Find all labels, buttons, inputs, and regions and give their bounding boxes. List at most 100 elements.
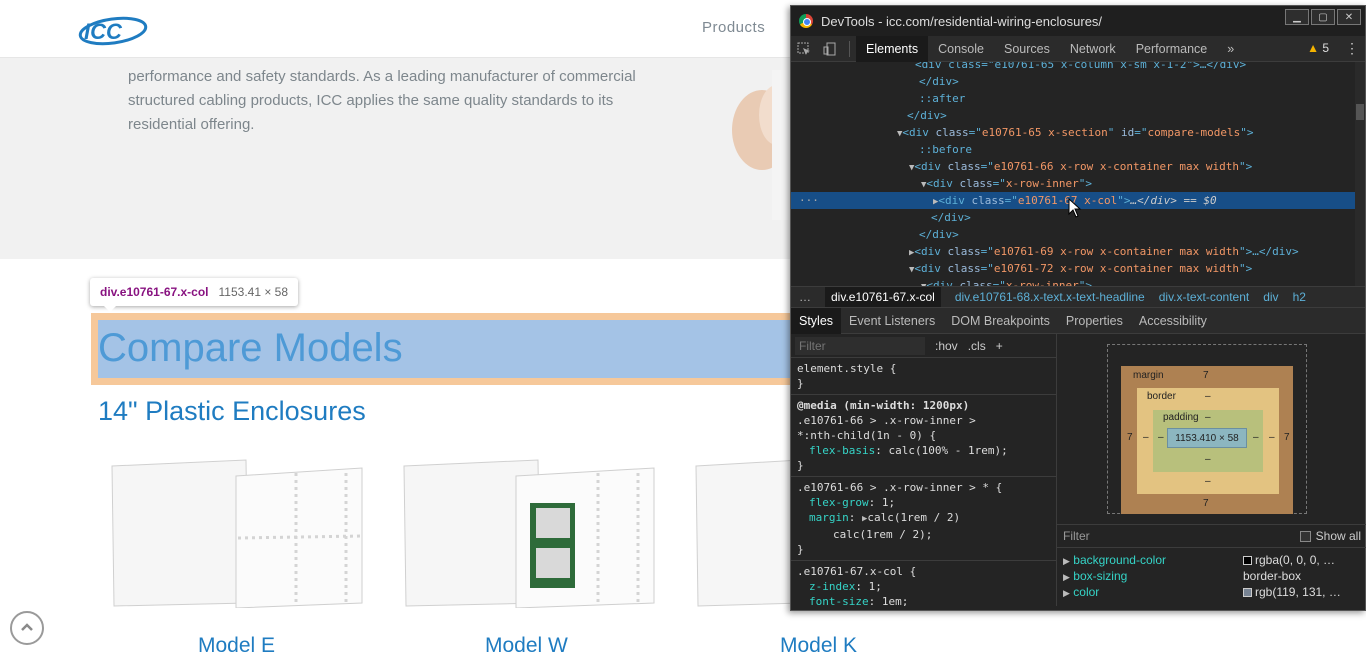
devtools-titlebar[interactable]: DevTools - icc.com/residential-wiring-en… <box>791 6 1365 36</box>
styles-and-computed-panes: :hov .cls + element.style { } @media (mi… <box>791 334 1366 606</box>
css-value[interactable]: calc(1rem / 2); <box>833 528 932 541</box>
scroll-to-top-button[interactable] <box>10 611 44 645</box>
margin-right-value[interactable]: 7 <box>1284 432 1290 443</box>
dom-line[interactable]: ▼<div class="e10761-66 x-row x-container… <box>791 158 1357 175</box>
computed-row[interactable]: ▶ background-color rgba(0, 0, 0, … <box>1063 552 1363 568</box>
margin-left-value[interactable]: 7 <box>1127 432 1133 443</box>
tab-network[interactable]: Network <box>1060 36 1126 62</box>
breadcrumb-overflow[interactable]: … <box>799 290 811 304</box>
tab-event-listeners[interactable]: Event Listeners <box>841 308 943 334</box>
warnings-counter[interactable]: ▲ 5 <box>1307 41 1329 55</box>
style-rule-flex-basis[interactable]: @media (min-width: 1200px) .e10761-66 > … <box>791 395 1056 477</box>
icc-logo[interactable]: ICC <box>78 14 148 48</box>
styles-filter-row: :hov .cls + <box>791 334 1056 358</box>
show-all-toggle[interactable]: Show all <box>1299 529 1361 543</box>
computed-filter-input[interactable]: Filter <box>1063 529 1090 543</box>
model-e-link[interactable]: Model E <box>198 634 275 657</box>
dom-line[interactable]: </div> <box>791 107 1357 124</box>
more-tabs-button[interactable]: » <box>1217 36 1244 62</box>
dom-line[interactable]: ▼<div class="x-row-inner"> <box>791 175 1357 192</box>
css-value[interactable]: 1; <box>869 580 882 593</box>
padding-right-value[interactable]: – <box>1253 432 1259 443</box>
css-value[interactable]: calc(100% - 1rem); <box>888 444 1007 457</box>
chevron-up-icon <box>21 623 33 631</box>
more-actions-icon[interactable]: ··· <box>799 192 819 209</box>
device-toolbar-icon[interactable] <box>817 36 843 62</box>
css-property[interactable]: flex-basis <box>809 444 875 457</box>
style-rule-row-inner[interactable]: .e10761-66 > .x-row-inner > * { flex-gro… <box>791 477 1056 561</box>
tab-properties[interactable]: Properties <box>1058 308 1131 334</box>
padding-bottom-value[interactable]: – <box>1205 454 1211 465</box>
tab-elements[interactable]: Elements <box>856 35 929 62</box>
product-image-model-e[interactable] <box>106 458 368 608</box>
model-k-link[interactable]: Model K <box>780 634 857 657</box>
screen: ICC Products performance and safety stan… <box>0 0 1366 657</box>
inspect-element-icon[interactable] <box>791 36 817 62</box>
css-value[interactable]: calc(1rem / 2) <box>867 511 960 524</box>
cls-toggle[interactable]: .cls <box>968 339 986 353</box>
expand-triangle-icon[interactable]: ▶ <box>1063 572 1070 582</box>
color-swatch[interactable] <box>1243 556 1252 566</box>
computed-row[interactable]: ▶ box-sizing border-box <box>1063 568 1363 584</box>
color-swatch[interactable] <box>1243 588 1252 598</box>
plastic-enclosures-heading: 14" Plastic Enclosures <box>98 396 366 426</box>
style-rule-x-col[interactable]: .e10761-67.x-col { z-index: 1; font-size… <box>791 561 1056 606</box>
dom-line[interactable]: <div class="e10761-65 x-column x-sm x-1-… <box>791 62 1357 73</box>
css-value[interactable]: 1em; <box>882 595 909 606</box>
dom-line[interactable]: ::before <box>791 141 1357 158</box>
nav-products[interactable]: Products <box>702 19 765 36</box>
computed-row[interactable]: ▶ color rgb(119, 131, … <box>1063 584 1363 600</box>
product-image-model-w[interactable] <box>398 458 660 608</box>
expand-triangle-icon[interactable]: ▶ <box>1063 556 1070 566</box>
breadcrumb-item[interactable]: h2 <box>1293 290 1306 304</box>
dom-line[interactable]: ▼<div class="e10761-65 x-section" id="co… <box>791 124 1357 141</box>
kebab-menu-icon[interactable]: ⋮ <box>1345 40 1359 57</box>
maximize-button[interactable]: ▢ <box>1311 9 1335 25</box>
breadcrumb-item[interactable]: div.x-text-content <box>1159 290 1249 304</box>
tab-console[interactable]: Console <box>928 36 994 62</box>
dom-scrollbar-thumb[interactable] <box>1356 104 1364 120</box>
breadcrumb-item[interactable]: div <box>1263 290 1278 304</box>
minimize-button[interactable]: ▁ <box>1285 9 1309 25</box>
dom-line[interactable]: ▼<div class="x-row-inner"> <box>791 277 1357 286</box>
dom-tree[interactable]: <div class="e10761-65 x-column x-sm x-1-… <box>791 62 1365 286</box>
border-bottom-value[interactable]: – <box>1205 476 1211 487</box>
dom-line[interactable]: ▼<div class="e10761-72 x-row x-container… <box>791 260 1357 277</box>
border-top-value[interactable]: – <box>1205 391 1211 402</box>
breadcrumb-item[interactable]: div.e10761-68.x-text.x-text-headline <box>955 290 1145 304</box>
border-left-value[interactable]: – <box>1143 432 1149 443</box>
expand-triangle-icon[interactable]: ▶ <box>1063 588 1070 598</box>
tab-sources[interactable]: Sources <box>994 36 1060 62</box>
style-rule-element[interactable]: element.style { } <box>791 358 1056 395</box>
dom-line[interactable]: ▶<div class="e10761-69 x-row x-container… <box>791 243 1357 260</box>
css-property[interactable]: z-index <box>809 580 855 593</box>
css-property[interactable]: margin <box>809 511 849 524</box>
warning-icon: ▲ <box>1307 41 1319 55</box>
new-style-rule-button[interactable]: + <box>996 339 1003 353</box>
dom-line[interactable]: </div> <box>791 226 1357 243</box>
tab-dom-breakpoints[interactable]: DOM Breakpoints <box>943 308 1058 334</box>
tab-accessibility[interactable]: Accessibility <box>1131 308 1215 334</box>
elements-sub-tabs: Styles Event Listeners DOM Breakpoints P… <box>791 307 1365 334</box>
styles-filter-input[interactable] <box>795 336 925 355</box>
css-value[interactable]: 1; <box>882 496 895 509</box>
dom-line[interactable]: ::after <box>791 90 1357 107</box>
dom-line[interactable]: </div> <box>791 73 1357 90</box>
tab-performance[interactable]: Performance <box>1126 36 1218 62</box>
css-property[interactable]: font-size <box>809 595 869 606</box>
border-right-value[interactable]: – <box>1269 432 1275 443</box>
css-property[interactable]: flex-grow <box>809 496 869 509</box>
hov-toggle[interactable]: :hov <box>935 339 958 353</box>
margin-bottom-value[interactable]: 7 <box>1203 498 1209 509</box>
margin-top-value[interactable]: 7 <box>1203 370 1209 381</box>
dom-scrollbar[interactable] <box>1355 62 1365 286</box>
padding-left-value[interactable]: – <box>1158 432 1164 443</box>
close-button[interactable]: ✕ <box>1337 9 1361 25</box>
tab-styles[interactable]: Styles <box>791 307 842 334</box>
media-query: @media (min-width: 1200px) <box>797 399 970 412</box>
padding-top-value[interactable]: – <box>1205 412 1211 423</box>
breadcrumb-item-selected[interactable]: div.e10761-67.x-col <box>825 287 941 307</box>
model-w-link[interactable]: Model W <box>485 634 568 657</box>
box-model-content[interactable]: 1153.410 × 58 <box>1167 428 1247 448</box>
show-all-checkbox[interactable] <box>1299 530 1311 542</box>
